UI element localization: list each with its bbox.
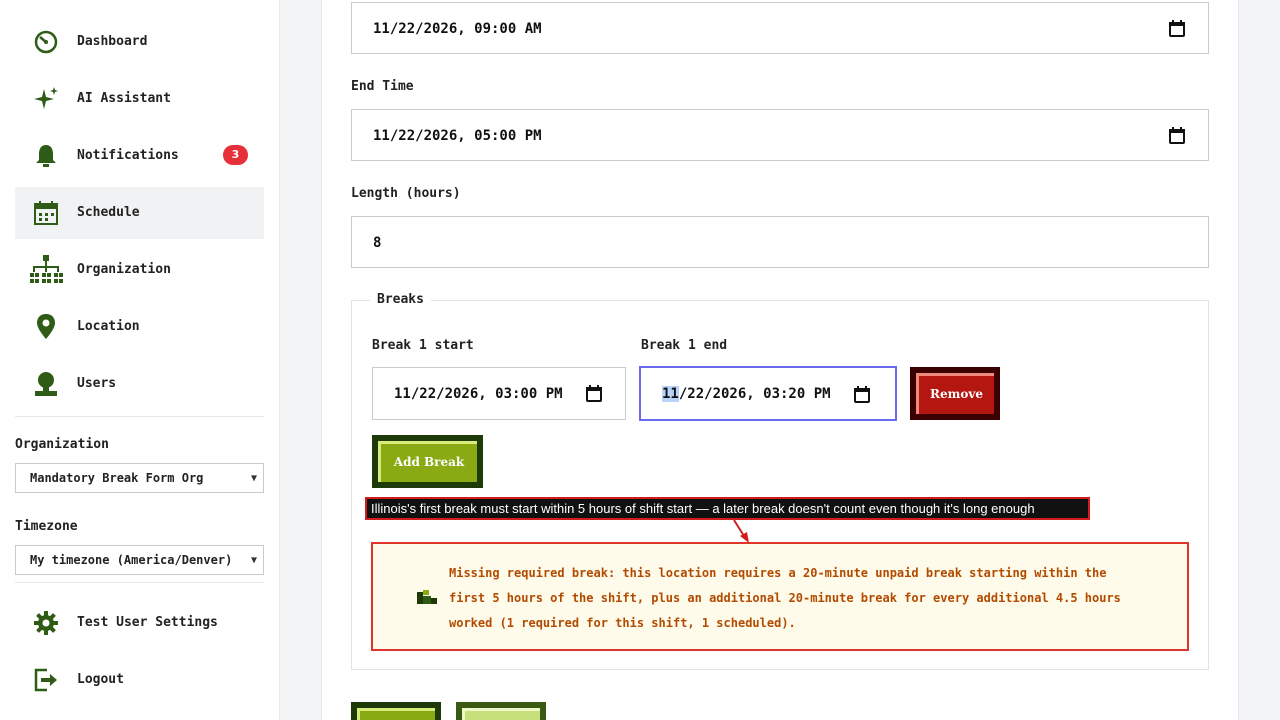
sidebar-item-ai-assistant[interactable]: AI Assistant xyxy=(15,73,264,125)
add-break-button[interactable]: Add Break xyxy=(372,435,483,488)
add-break-label: Add Break xyxy=(378,441,477,482)
dashboard-icon xyxy=(29,29,63,55)
break-1-end-input[interactable]: 11/22/2026, 03:20 PM xyxy=(639,366,897,421)
timezone-select[interactable]: My timezone (America/Denver) ▼ xyxy=(15,545,264,575)
tooltip-arrow-icon xyxy=(733,519,749,543)
sidebar-item-settings[interactable]: Test User Settings xyxy=(15,597,264,649)
notification-count-badge: 3 xyxy=(223,145,248,165)
break-1-end-value-rest: /22/2026, 03:20 PM xyxy=(678,386,831,402)
cancel-button[interactable] xyxy=(456,702,546,720)
save-button-face xyxy=(357,708,435,720)
chevron-down-icon: ▼ xyxy=(250,473,257,484)
break-1-start-input[interactable]: 11/22/2026, 03:00 PM xyxy=(372,367,626,420)
sidebar-item-users[interactable]: Users xyxy=(15,358,264,410)
bell-icon xyxy=(29,143,63,169)
missing-break-alert: Missing required break: this location re… xyxy=(371,542,1189,651)
break-1-start-label: Break 1 start xyxy=(372,338,474,353)
calendar-picker-icon[interactable] xyxy=(854,386,870,403)
chevron-down-icon: ▼ xyxy=(250,555,257,566)
sidebar-item-schedule[interactable]: Schedule xyxy=(15,187,264,239)
sidebar-item-label: Test User Settings xyxy=(77,615,218,630)
length-value: 8 xyxy=(373,235,382,251)
sidebar-item-organization[interactable]: Organization xyxy=(15,244,264,296)
organization-select-value: Mandatory Break Form Org xyxy=(30,471,204,485)
end-time-value: 11/22/2026, 05:00 PM xyxy=(373,128,542,144)
user-icon xyxy=(29,371,63,397)
calendar-picker-icon[interactable] xyxy=(586,385,602,402)
timezone-select-value: My timezone (America/Denver) xyxy=(30,553,233,567)
sidebar-divider xyxy=(15,582,264,583)
calendar-icon xyxy=(29,200,63,226)
end-time-label: End Time xyxy=(351,79,414,94)
sidebar-item-label: AI Assistant xyxy=(77,91,171,106)
timezone-label: Timezone xyxy=(15,519,78,534)
break-1-end-label: Break 1 end xyxy=(641,338,728,353)
tooltip: Illinois's first break must start within… xyxy=(365,497,1090,520)
sidebar-item-label: Notifications xyxy=(77,148,179,163)
breaks-legend: Breaks xyxy=(370,292,431,307)
start-time-value: 11/22/2026, 09:00 AM xyxy=(373,21,542,37)
cancel-button-face xyxy=(462,708,540,720)
sidebar-item-label: Organization xyxy=(77,262,171,277)
sidebar-item-label: Users xyxy=(77,376,117,391)
organization-label: Organization xyxy=(15,437,109,452)
organization-select[interactable]: Mandatory Break Form Org ▼ xyxy=(15,463,264,493)
save-button[interactable] xyxy=(351,702,441,720)
remove-break-label: Remove xyxy=(916,373,994,414)
sidebar-item-dashboard[interactable]: Dashboard xyxy=(15,16,264,68)
org-chart-icon xyxy=(29,255,63,283)
sidebar-item-notifications[interactable]: Notifications 3 xyxy=(15,130,264,182)
selected-month-segment: 11 xyxy=(662,386,679,402)
break-1-start-value: 11/22/2026, 03:00 PM xyxy=(394,386,563,402)
sidebar-divider xyxy=(15,416,264,417)
sparkle-icon xyxy=(29,86,63,112)
sidebar-item-logout[interactable]: Logout xyxy=(15,654,264,706)
start-time-input[interactable]: 11/22/2026, 09:00 AM xyxy=(351,2,1209,54)
sidebar-item-label: Location xyxy=(77,319,140,334)
map-pin-icon xyxy=(29,314,63,340)
end-time-input[interactable]: 11/22/2026, 05:00 PM xyxy=(351,109,1209,161)
length-label: Length (hours) xyxy=(351,186,461,201)
alert-message: Missing required break: this location re… xyxy=(449,566,1121,630)
sidebar-item-label: Schedule xyxy=(77,205,140,220)
break-1-end-value: 11/22/2026, 03:20 PM xyxy=(662,368,831,420)
length-input[interactable]: 8 xyxy=(351,216,1209,268)
warning-icon xyxy=(417,590,437,606)
sidebar: Dashboard AI Assistant Notifications 3 S… xyxy=(0,0,280,720)
calendar-picker-icon[interactable] xyxy=(1169,20,1185,37)
gear-icon xyxy=(29,610,63,636)
sidebar-item-label: Logout xyxy=(77,672,124,687)
remove-break-button[interactable]: Remove xyxy=(910,367,1000,420)
sidebar-item-location[interactable]: Location xyxy=(15,301,264,353)
logout-icon xyxy=(29,667,63,693)
calendar-picker-icon[interactable] xyxy=(1169,127,1185,144)
sidebar-item-label: Dashboard xyxy=(77,34,148,49)
